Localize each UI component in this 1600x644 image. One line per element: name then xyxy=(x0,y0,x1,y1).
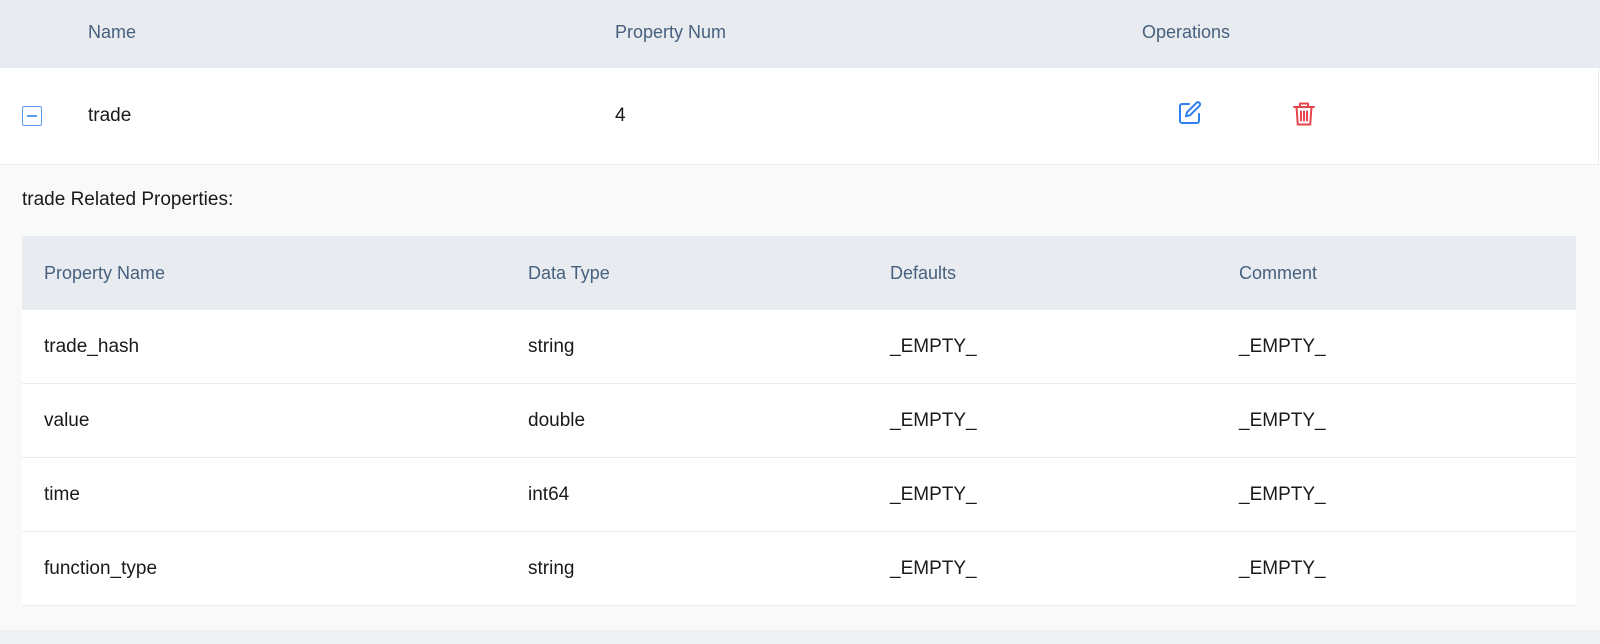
table-row: time int64 _EMPTY_ _EMPTY_ xyxy=(22,458,1576,532)
row-name: trade xyxy=(88,105,132,126)
cell-defaults: _EMPTY_ xyxy=(890,558,977,579)
expanded-row-details: trade Related Properties: Property Name … xyxy=(0,165,1600,644)
properties-table: Property Name Data Type Defaults Comment… xyxy=(22,236,1576,606)
cell-defaults: _EMPTY_ xyxy=(890,484,977,505)
cell-property-name: trade_hash xyxy=(44,336,140,357)
cell-property-name: value xyxy=(44,410,90,431)
cell-property-name: function_type xyxy=(44,558,158,579)
cell-comment: _EMPTY_ xyxy=(1239,558,1326,579)
cell-defaults: _EMPTY_ xyxy=(890,336,977,357)
table-row: value double _EMPTY_ _EMPTY_ xyxy=(22,384,1576,458)
table-row: trade 4 xyxy=(0,68,1599,165)
column-header-operations: Operations xyxy=(1142,22,1231,42)
row-property-num: 4 xyxy=(615,105,626,126)
column-header-property-num: Property Num xyxy=(615,22,727,42)
bottom-divider xyxy=(0,630,1600,644)
cell-property-name: time xyxy=(44,484,80,505)
expanded-title: trade Related Properties: xyxy=(22,189,234,210)
column-header-comment: Comment xyxy=(1239,263,1318,283)
cell-comment: _EMPTY_ xyxy=(1239,484,1326,505)
cell-data-type: string xyxy=(528,558,575,579)
cell-data-type: int64 xyxy=(528,484,570,505)
outer-table-header: Name Property Num Operations xyxy=(0,0,1600,68)
properties-table-header: Property Name Data Type Defaults Comment xyxy=(22,236,1576,310)
cell-data-type: double xyxy=(528,410,586,431)
column-header-name: Name xyxy=(88,22,137,42)
cell-data-type: string xyxy=(528,336,575,357)
column-header-defaults: Defaults xyxy=(890,263,957,283)
cell-defaults: _EMPTY_ xyxy=(890,410,977,431)
column-header-property-name: Property Name xyxy=(44,263,166,283)
column-header-data-type: Data Type xyxy=(528,263,610,283)
delete-icon[interactable] xyxy=(1293,101,1315,132)
edit-icon[interactable] xyxy=(1178,101,1202,130)
table-row: function_type string _EMPTY_ _EMPTY_ xyxy=(22,532,1576,606)
cell-comment: _EMPTY_ xyxy=(1239,336,1326,357)
collapse-icon[interactable] xyxy=(22,106,42,126)
cell-comment: _EMPTY_ xyxy=(1239,410,1326,431)
schema-panel: Name Property Num Operations trade 4 tra… xyxy=(0,0,1600,644)
table-row: trade_hash string _EMPTY_ _EMPTY_ xyxy=(22,310,1576,384)
